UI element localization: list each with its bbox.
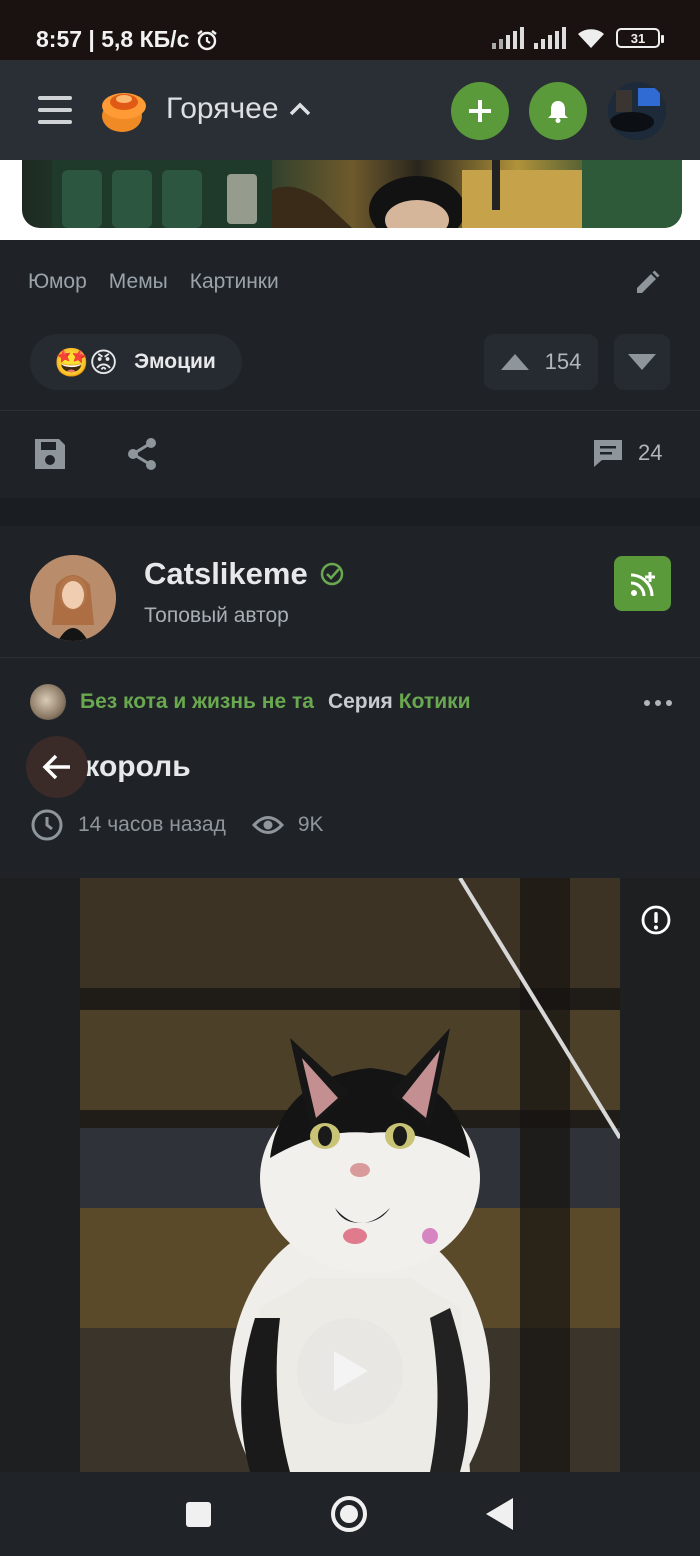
previous-image-scene [52, 160, 682, 228]
feed-title: Горячее [166, 92, 279, 125]
arrow-down-icon [628, 354, 656, 370]
chevron-up-icon [289, 102, 310, 116]
tag-link[interactable]: Юмор [28, 270, 87, 294]
previous-post-image[interactable] [0, 160, 700, 240]
rss-plus-icon [630, 571, 655, 596]
notifications-button[interactable] [529, 82, 587, 140]
more-icon[interactable] [644, 700, 672, 706]
community-link[interactable]: Без кота и жизнь не та [80, 690, 314, 714]
series-link[interactable]: Котики [399, 690, 471, 714]
battery-level: 31 [630, 30, 646, 46]
author-name: Catslikeme [144, 556, 308, 591]
author-rank: Топовый автор [144, 604, 289, 627]
wifi-icon [578, 29, 604, 48]
avatar-image [608, 82, 666, 140]
post-time: 14 часов назад [78, 813, 226, 836]
signal-icon-2 [534, 27, 566, 49]
user-avatar[interactable] [608, 82, 666, 140]
community-emoji: 🤩😡 [54, 346, 119, 378]
play-icon [334, 1351, 368, 1391]
arrow-up-icon [500, 354, 529, 370]
status-right: 31 [492, 26, 664, 50]
home-button[interactable] [331, 1496, 367, 1532]
menu-icon[interactable] [38, 96, 72, 124]
clock-icon [31, 809, 63, 841]
back-button[interactable] [26, 736, 88, 798]
previous-post-image-crop [22, 160, 682, 228]
tag-link[interactable]: Картинки [190, 270, 279, 294]
post-meta: 14 часов назад 9K [30, 808, 324, 842]
upvote-button[interactable]: 154 [484, 334, 598, 390]
alert-icon[interactable] [640, 904, 672, 936]
bell-icon [548, 101, 568, 123]
community-avatar[interactable] [30, 684, 66, 720]
add-post-button[interactable] [451, 82, 509, 140]
divider [0, 657, 700, 658]
status-time: 8:57 | 5,8 КБ/с [36, 26, 190, 52]
comment-icon [594, 440, 622, 467]
community-label: Эмоции [134, 350, 216, 373]
subscribe-button[interactable] [614, 556, 671, 611]
play-button[interactable] [297, 1318, 403, 1424]
system-back-button[interactable] [486, 1498, 513, 1530]
system-nav-bar [0, 1472, 700, 1556]
post-views: 9K [297, 813, 324, 836]
plus-icon [469, 100, 491, 122]
feed-selector[interactable]: Горячее [166, 92, 311, 126]
signal-icon [492, 27, 524, 49]
video-player[interactable] [0, 878, 700, 1472]
post-tags: Юмор Мемы Картинки [28, 270, 279, 294]
rating-count: 154 [544, 349, 582, 374]
author-avatar-image [30, 555, 116, 641]
downvote-button[interactable] [614, 334, 670, 390]
verified-icon [320, 562, 343, 586]
alarm-icon [197, 29, 218, 50]
status-left: 8:57 | 5,8 КБ/с [36, 26, 219, 53]
comments-count: 24 [638, 440, 663, 465]
share-icon[interactable] [124, 436, 160, 472]
community-chip[interactable]: 🤩😡 Эмоции [30, 334, 242, 390]
series-label: Серия [327, 690, 393, 713]
eye-icon [251, 816, 284, 834]
divider [0, 410, 700, 411]
author-name-row[interactable]: Catslikeme [144, 556, 346, 592]
recents-button[interactable] [186, 1502, 211, 1527]
post-separator [0, 498, 700, 526]
post-community-row: Без кота и жизнь не та Серия Котики [30, 684, 471, 720]
save-icon[interactable] [32, 436, 68, 472]
app-logo[interactable] [98, 86, 148, 134]
app-top-bar: Горячее [0, 60, 700, 160]
pencil-icon[interactable] [632, 268, 662, 298]
author-avatar[interactable] [30, 555, 116, 641]
arrow-left-icon [42, 754, 70, 780]
comments-button[interactable]: 24 [592, 438, 662, 468]
battery-indicator: 31 [616, 28, 664, 48]
status-bar: 8:57 | 5,8 КБ/с 31 [0, 0, 700, 60]
tag-link[interactable]: Мемы [109, 270, 168, 294]
